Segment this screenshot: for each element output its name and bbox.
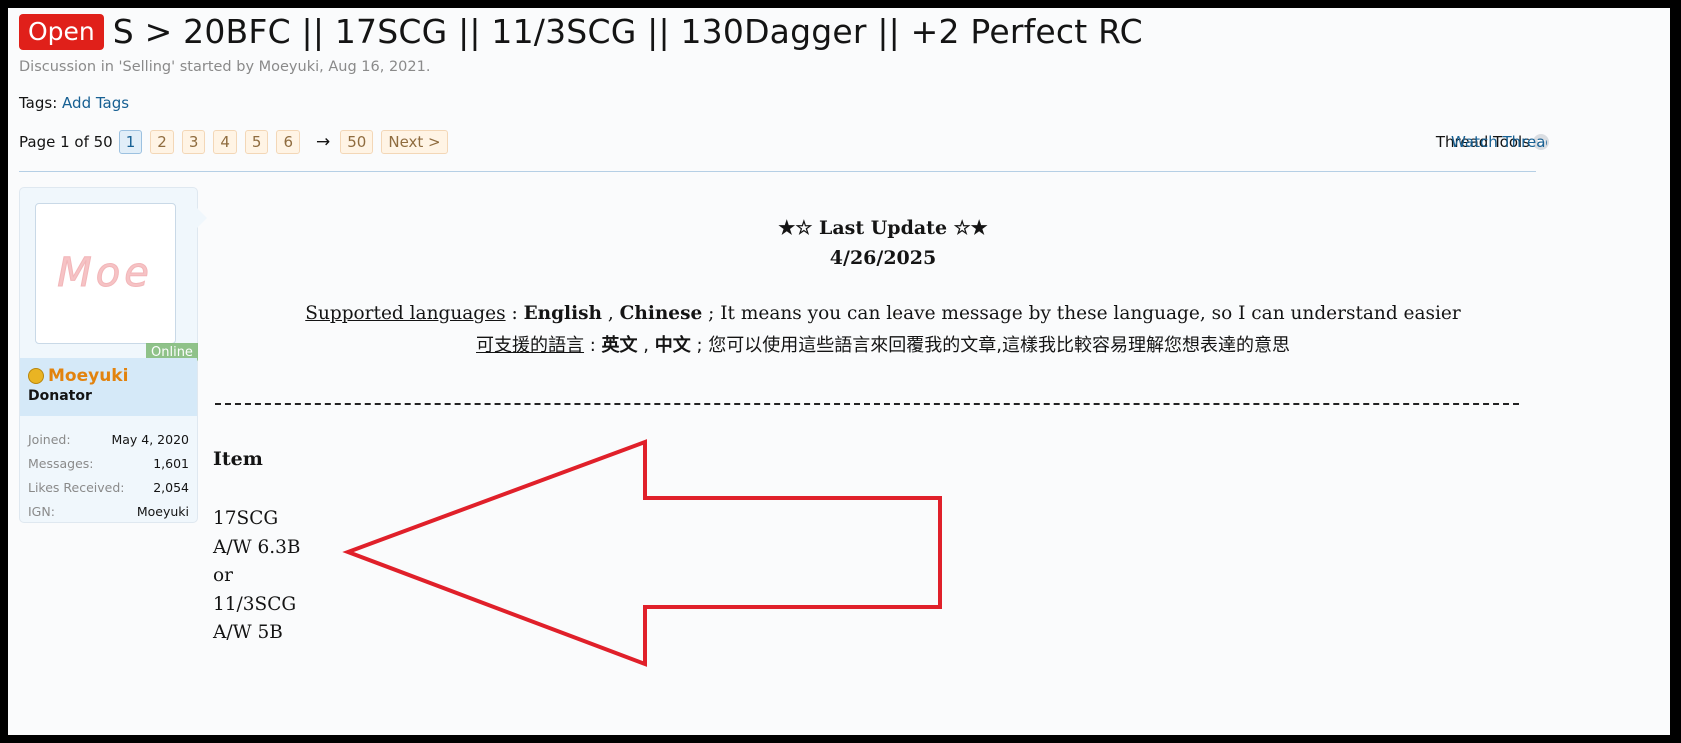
annotation-overlay [342,439,942,667]
page-frame: Open S > 20BFC || 17SCG || 11/3SCG || 13… [8,8,1670,735]
red-arrow-annotation-icon [342,439,942,667]
